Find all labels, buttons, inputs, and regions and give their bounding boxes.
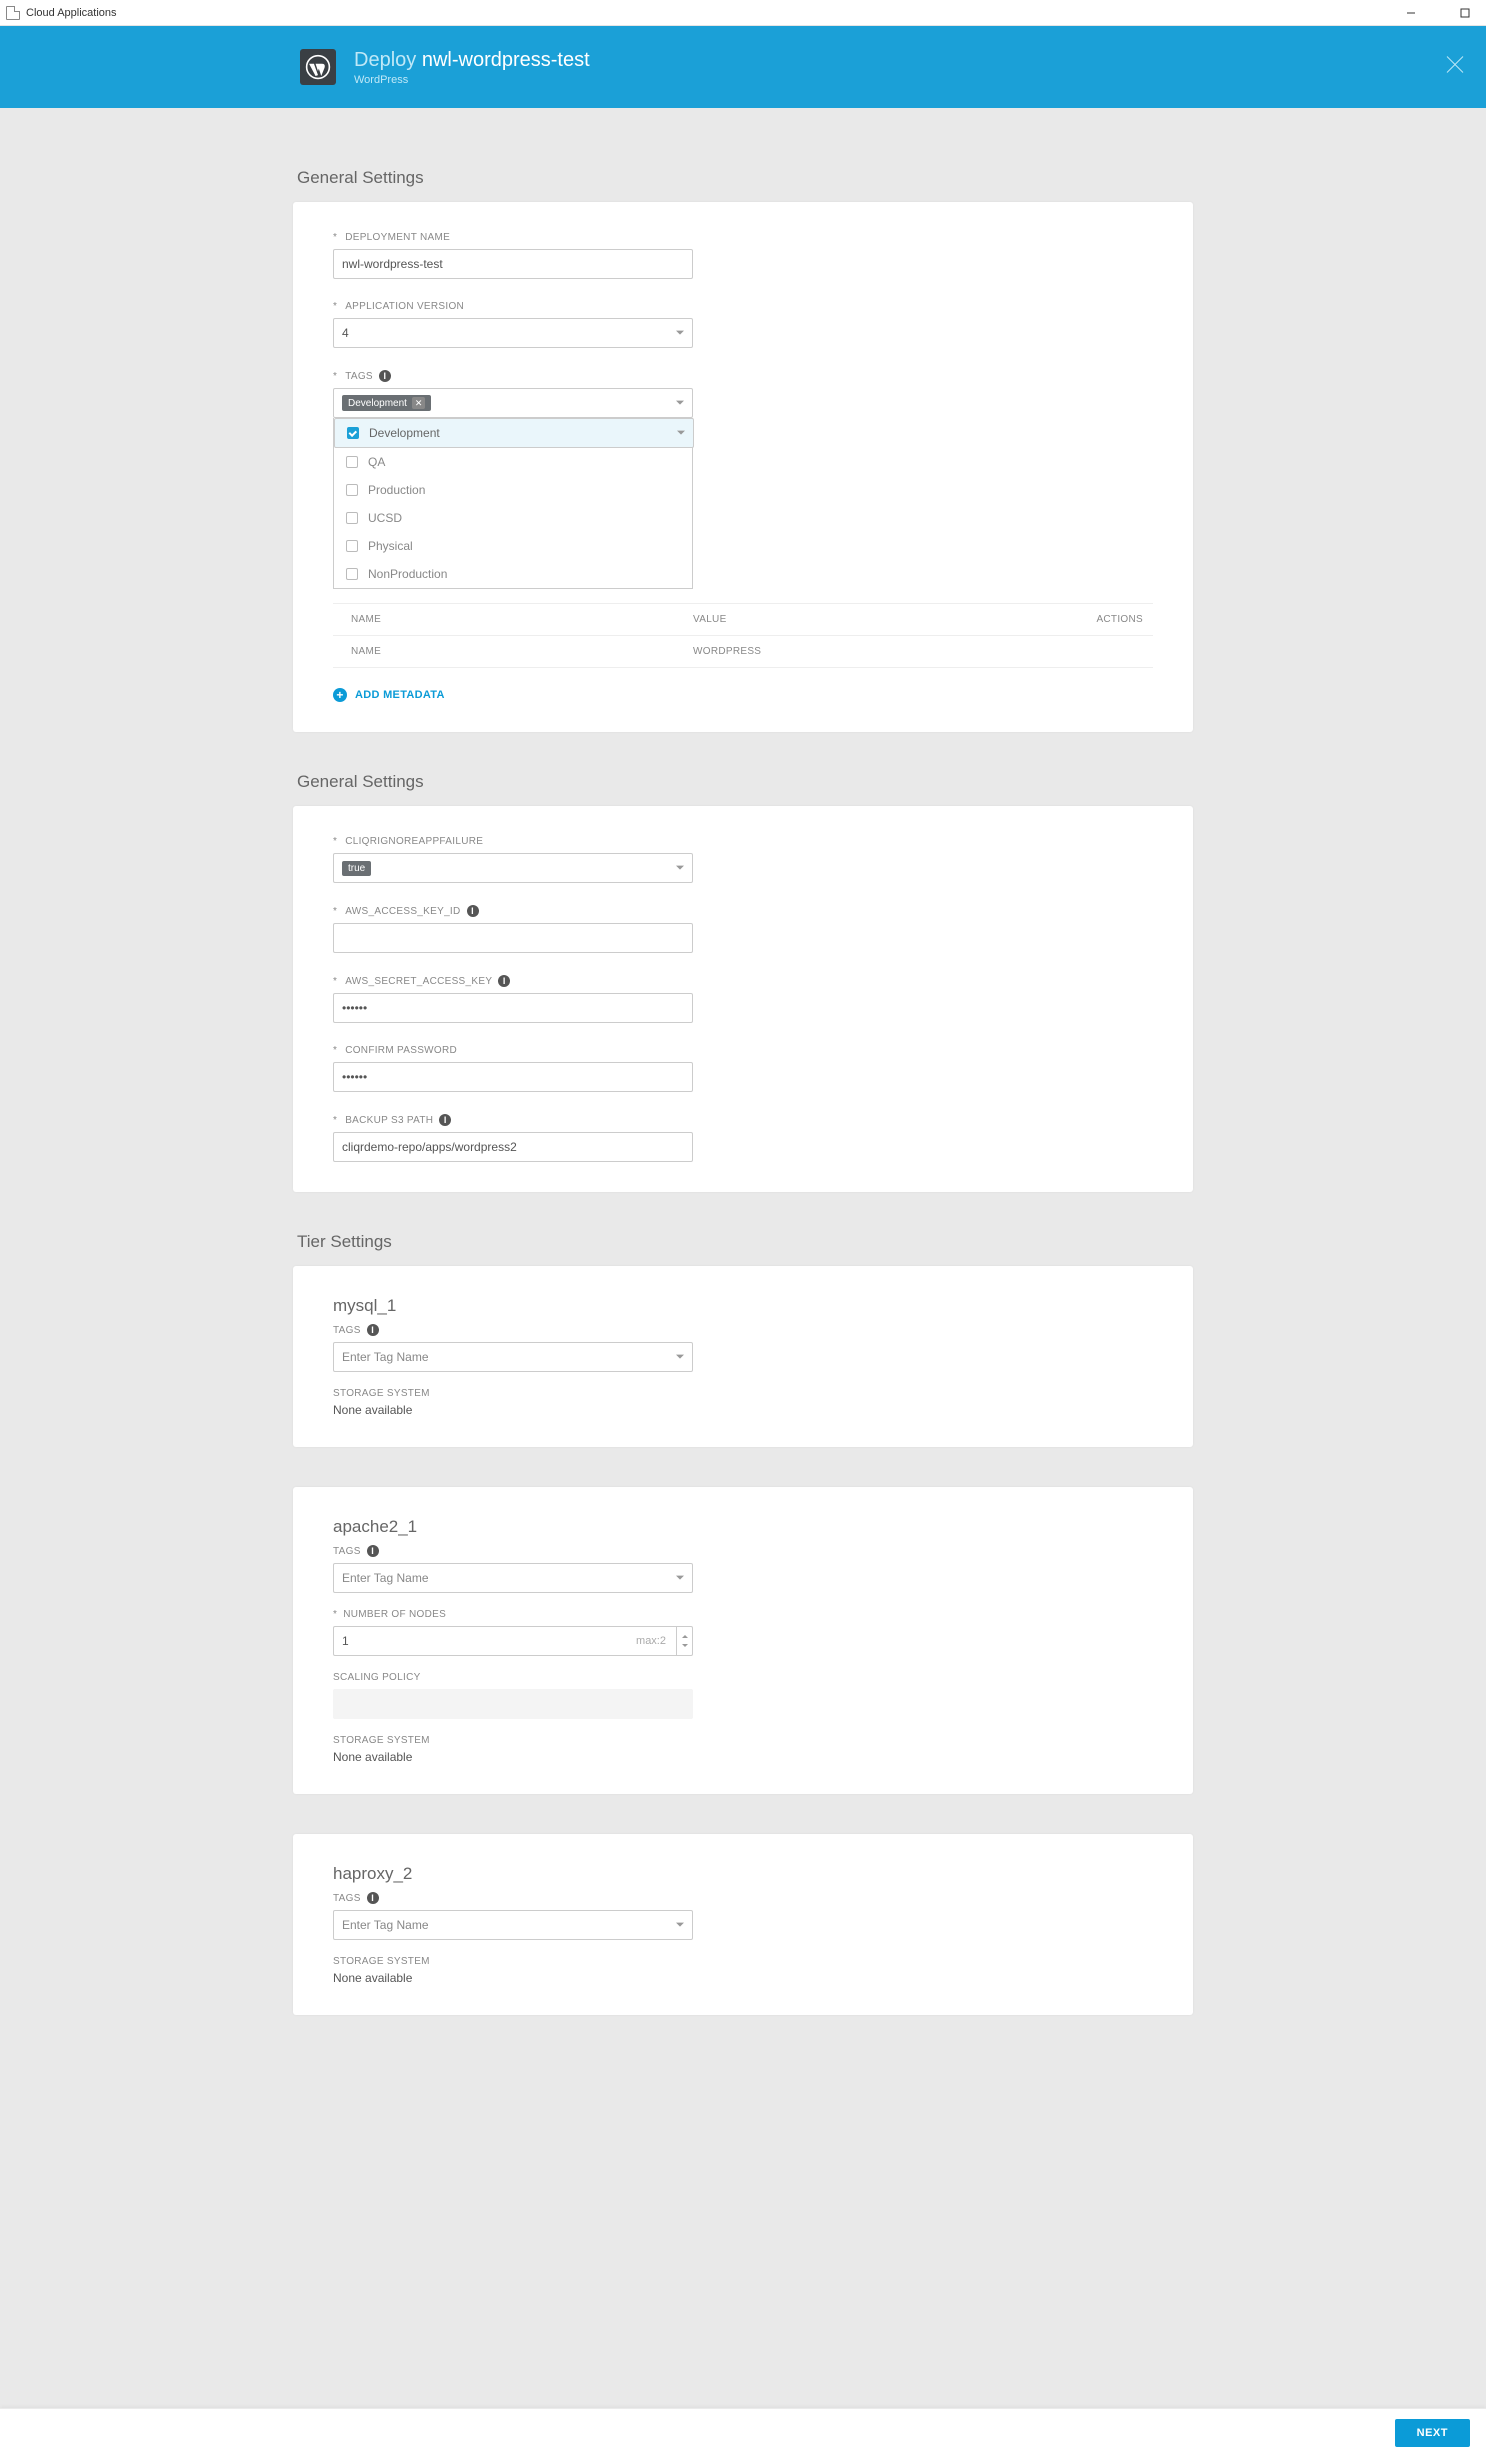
footer-bar: NEXT bbox=[0, 2408, 1486, 2456]
wordpress-icon bbox=[300, 49, 336, 85]
deployment-name-input[interactable] bbox=[333, 249, 693, 279]
field-cliqrignoreappfailure: *CLIQRIGNOREAPPFAILURE true bbox=[333, 836, 1153, 883]
metadata-header-row: NAME VALUE ACTIONS bbox=[333, 603, 1153, 636]
tag-option-physical[interactable]: Physical bbox=[334, 532, 692, 560]
checkbox-icon bbox=[346, 568, 358, 580]
info-icon[interactable]: i bbox=[439, 1114, 451, 1126]
tag-option-production[interactable]: Production bbox=[334, 476, 692, 504]
field-aws-secret-key: *AWS_SECRET_ACCESS_KEYi bbox=[333, 975, 1153, 1023]
header-text: Deploy nwl-wordpress-test WordPress bbox=[354, 49, 590, 86]
aws-key-input[interactable] bbox=[333, 923, 693, 953]
tier-apache-title: apache2_1 bbox=[333, 1517, 1153, 1537]
confirm-pw-label: CONFIRM PASSWORD bbox=[345, 1045, 457, 1056]
card-general-settings-1: *DEPLOYMENT NAME *APPLICATION VERSION 4 … bbox=[293, 202, 1193, 732]
checkbox-icon bbox=[346, 484, 358, 496]
close-icon bbox=[1444, 54, 1466, 76]
window-controls bbox=[1396, 1, 1480, 25]
tier-mysql-title: mysql_1 bbox=[333, 1296, 1153, 1316]
section-title-tier: Tier Settings bbox=[297, 1232, 1193, 1252]
deploy-subtitle: WordPress bbox=[354, 74, 590, 86]
apache-scaling-label: SCALING POLICY bbox=[333, 1672, 1153, 1683]
field-aws-access-key: *AWS_ACCESS_KEY_IDi bbox=[333, 905, 1153, 953]
checkbox-icon bbox=[346, 512, 358, 524]
mysql-storage-label: STORAGE SYSTEM bbox=[333, 1388, 1153, 1399]
plus-icon: + bbox=[333, 688, 347, 702]
cliq-select[interactable]: true bbox=[333, 853, 693, 883]
tag-option-development[interactable]: Development bbox=[334, 418, 694, 448]
confirm-pw-input[interactable] bbox=[333, 1062, 693, 1092]
card-general-settings-2: *CLIQRIGNOREAPPFAILURE true *AWS_ACCESS_… bbox=[293, 806, 1193, 1192]
aws-key-label: AWS_ACCESS_KEY_ID bbox=[345, 906, 460, 917]
mysql-tags-input[interactable]: Enter Tag Name bbox=[333, 1342, 693, 1372]
section-title-general-1: General Settings bbox=[297, 168, 1193, 188]
checkbox-icon bbox=[347, 427, 359, 439]
info-icon[interactable]: i bbox=[367, 1892, 379, 1904]
page-body: General Settings *DEPLOYMENT NAME *APPLI… bbox=[0, 108, 1486, 2408]
chip-remove-icon[interactable]: ✕ bbox=[412, 397, 426, 409]
deploy-app-name: nwl-wordpress-test bbox=[422, 49, 590, 71]
cliq-label: CLIQRIGNOREAPPFAILURE bbox=[345, 836, 483, 847]
info-icon[interactable]: i bbox=[367, 1324, 379, 1336]
next-button[interactable]: NEXT bbox=[1395, 2419, 1470, 2447]
window-maximize-button[interactable] bbox=[1450, 1, 1480, 25]
metadata-row-name: NAME bbox=[333, 646, 693, 657]
tags-label: TAGS bbox=[345, 371, 373, 382]
card-tier-haproxy: haproxy_2 TAGSi Enter Tag Name STORAGE S… bbox=[293, 1834, 1193, 2015]
info-icon[interactable]: i bbox=[379, 370, 391, 382]
section-title-general-2: General Settings bbox=[297, 772, 1193, 792]
card-tier-apache: apache2_1 TAGSi Enter Tag Name *NUMBER O… bbox=[293, 1487, 1193, 1794]
tags-input[interactable]: Development ✕ bbox=[333, 388, 693, 418]
backup-input[interactable] bbox=[333, 1132, 693, 1162]
aws-secret-input[interactable] bbox=[333, 993, 693, 1023]
tag-option-qa[interactable]: QA bbox=[334, 448, 692, 476]
apache-tags-input[interactable]: Enter Tag Name bbox=[333, 1563, 693, 1593]
metadata-col-name: NAME bbox=[333, 614, 693, 625]
stepper-icon[interactable] bbox=[676, 1627, 692, 1655]
add-metadata-button[interactable]: + ADD METADATA bbox=[333, 688, 1153, 702]
deploy-word: Deploy bbox=[354, 49, 416, 71]
checkbox-icon bbox=[346, 456, 358, 468]
checkbox-icon bbox=[346, 540, 358, 552]
aws-secret-label: AWS_SECRET_ACCESS_KEY bbox=[345, 976, 492, 987]
card-tier-mysql: mysql_1 TAGSi Enter Tag Name STORAGE SYS… bbox=[293, 1266, 1193, 1447]
metadata-row-value: WORDPRESS bbox=[693, 646, 1063, 657]
field-tags: *TAGSi Development ✕ Development QA Prod… bbox=[333, 370, 1153, 589]
app-header: Deploy nwl-wordpress-test WordPress bbox=[0, 26, 1486, 108]
info-icon[interactable]: i bbox=[467, 905, 479, 917]
document-icon bbox=[6, 6, 20, 20]
tags-dropdown: Development QA Production UCSD Physical … bbox=[333, 418, 693, 589]
metadata-col-value: VALUE bbox=[693, 614, 1063, 625]
info-icon[interactable]: i bbox=[498, 975, 510, 987]
field-deployment-name: *DEPLOYMENT NAME bbox=[333, 232, 1153, 279]
haproxy-storage-value: None available bbox=[333, 1971, 1153, 1985]
apache-storage-label: STORAGE SYSTEM bbox=[333, 1735, 1153, 1746]
window-title: Cloud Applications bbox=[26, 7, 117, 19]
field-backup-s3-path: *BACKUP S3 PATHi bbox=[333, 1114, 1153, 1162]
apache-nodes-label: NUMBER OF NODES bbox=[343, 1609, 446, 1620]
application-version-select[interactable]: 4 bbox=[333, 318, 693, 348]
tag-option-ucsd[interactable]: UCSD bbox=[334, 504, 692, 532]
apache-nodes-input[interactable]: 1 max:2 bbox=[333, 1626, 693, 1656]
haproxy-storage-label: STORAGE SYSTEM bbox=[333, 1956, 1153, 1967]
tag-option-nonproduction[interactable]: NonProduction bbox=[334, 560, 692, 588]
backup-label: BACKUP S3 PATH bbox=[345, 1115, 433, 1126]
tag-chip-development[interactable]: Development ✕ bbox=[342, 395, 431, 411]
metadata-col-actions: ACTIONS bbox=[1063, 614, 1153, 625]
tier-haproxy-title: haproxy_2 bbox=[333, 1864, 1153, 1884]
apache-nodes-hint: max:2 bbox=[636, 1635, 666, 1647]
deployment-name-label: DEPLOYMENT NAME bbox=[345, 232, 450, 243]
field-confirm-password: *CONFIRM PASSWORD bbox=[333, 1045, 1153, 1092]
mysql-storage-value: None available bbox=[333, 1403, 1153, 1417]
deploy-title: Deploy nwl-wordpress-test bbox=[354, 49, 590, 72]
apache-scaling-box bbox=[333, 1689, 693, 1719]
window-title-bar: Cloud Applications bbox=[0, 0, 1486, 26]
application-version-label: APPLICATION VERSION bbox=[345, 301, 464, 312]
window-minimize-button[interactable] bbox=[1396, 1, 1426, 25]
metadata-row: NAME WORDPRESS bbox=[333, 636, 1153, 668]
info-icon[interactable]: i bbox=[367, 1545, 379, 1557]
field-application-version: *APPLICATION VERSION 4 bbox=[333, 301, 1153, 348]
haproxy-tags-input[interactable]: Enter Tag Name bbox=[333, 1910, 693, 1940]
close-button[interactable] bbox=[1444, 54, 1466, 81]
apache-storage-value: None available bbox=[333, 1750, 1153, 1764]
